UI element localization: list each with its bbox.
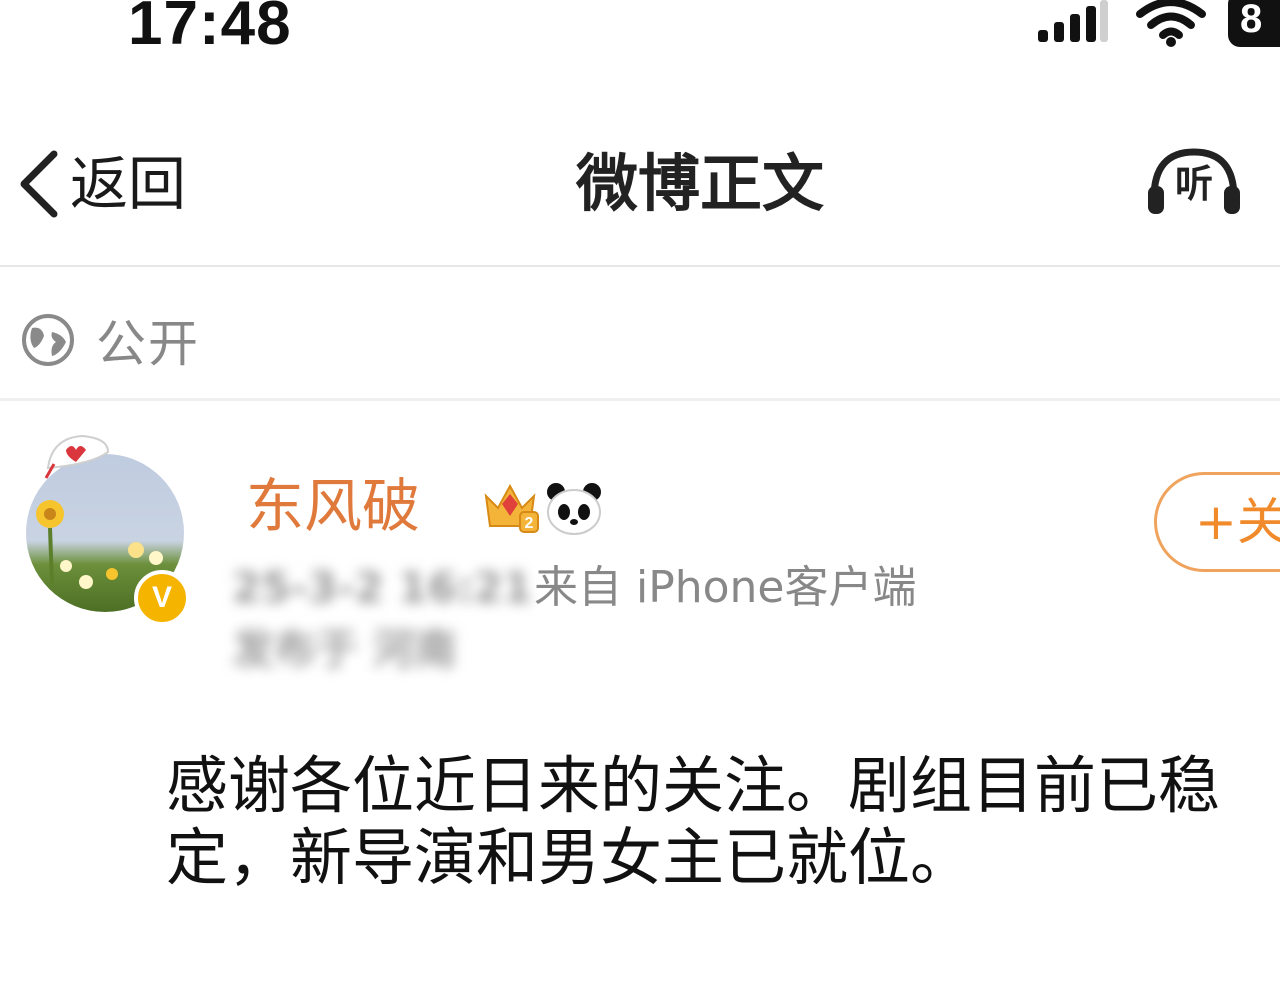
post-time: 25-3-2 16:21 (232, 563, 533, 612)
crown-level-icon: 2 (484, 483, 539, 533)
header-divider (0, 265, 1280, 267)
globe-icon (22, 314, 74, 366)
section-divider (0, 398, 1280, 401)
verified-badge: V (134, 570, 190, 626)
status-time: 17:48 (128, 0, 292, 58)
post-text: 感谢各位近日来的关注。剧组目前已稳定，新导演和男女主已就位。 (166, 749, 1221, 894)
visibility-label: 公开 (96, 315, 200, 373)
nurse-hat-icon (44, 434, 110, 479)
avatar[interactable]: V (22, 430, 192, 626)
wifi-icon (1136, 0, 1206, 47)
follow-button[interactable]: +关注 (1154, 472, 1280, 572)
svg-text:2: 2 (525, 515, 534, 532)
battery-icon: 8 (1228, 0, 1280, 47)
page-title: 微博正文 (575, 147, 824, 220)
panda-icon (547, 483, 601, 535)
listen-button[interactable]: 听 (1144, 146, 1244, 222)
visibility-row: 公开 (20, 304, 200, 376)
author-name[interactable]: 东风破 (246, 470, 420, 542)
listen-label: 听 (1174, 162, 1213, 206)
post-location: 发布于 河南 (232, 625, 457, 674)
weibo-post-page: 17:48 8 返回 微博正文 听 公开 V 东风破 2 +关 25-3-2 1… (0, 0, 1280, 1000)
post-source: 来自 iPhone客户端 (534, 562, 917, 613)
cellular-signal-icon (1038, 0, 1108, 42)
